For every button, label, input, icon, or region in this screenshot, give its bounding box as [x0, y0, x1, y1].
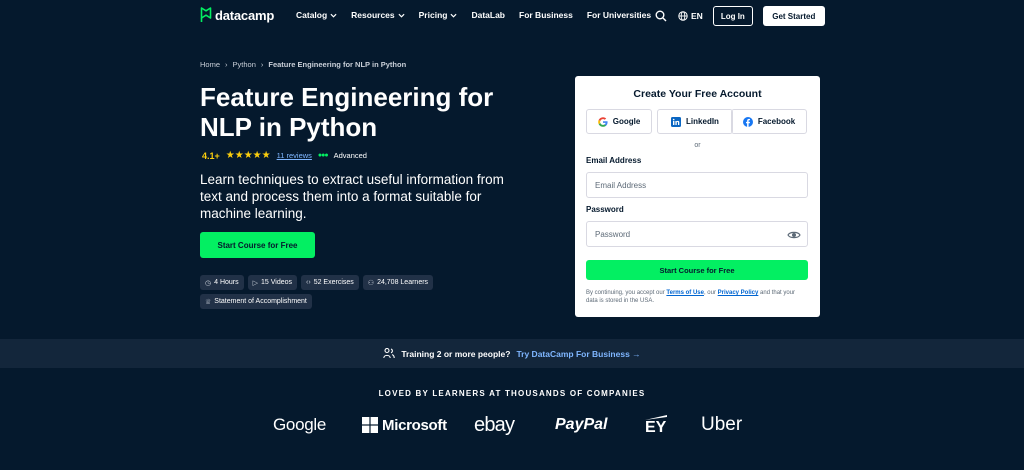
companies-heading: LOVED BY LEARNERS AT THOUSANDS OF COMPAN…	[378, 389, 646, 398]
nav-link-label: Catalog	[296, 10, 328, 20]
datacamp-logo[interactable]: datacamp	[200, 7, 274, 23]
language-selector[interactable]: EN	[678, 11, 703, 21]
google-icon	[597, 116, 608, 127]
try-business-link[interactable]: Try DataCamp For Business →	[516, 349, 640, 359]
signup-title: Create Your Free Account	[633, 88, 762, 100]
brand-name: datacamp	[215, 7, 275, 23]
nav-link-label: Pricing	[418, 10, 448, 20]
microsoft-windows-icon	[362, 417, 378, 433]
login-button[interactable]: Log In	[712, 6, 753, 26]
microsoft-wordmark: Microsoft	[382, 416, 447, 434]
breadcrumb: Home › Python › Feature Engineering for …	[200, 60, 406, 69]
facebook-label: Facebook	[757, 117, 796, 126]
nav-link-label: For Business	[519, 10, 573, 20]
nav-resources[interactable]: Resources	[351, 10, 405, 20]
google-signup-button[interactable]: Google	[586, 109, 652, 134]
company-logos: Google Microsoft ebay PayPal EY Uber	[0, 410, 1024, 440]
rating-value: 4.1+	[202, 150, 220, 161]
business-banner: Training 2 or more people? Try DataCamp …	[0, 339, 1024, 368]
nav-link-label: DataLab	[471, 10, 505, 20]
clock-icon: ◷	[205, 279, 212, 287]
legal-notice: By continuing, you accept our Terms of U…	[586, 289, 808, 305]
microsoft-logo: Microsoft	[362, 410, 447, 440]
top-navigation: datacamp Catalog Resources Pricing DataL…	[0, 0, 1024, 32]
course-description: Learn techniques to extract useful infor…	[200, 172, 504, 221]
password-label: Password	[586, 205, 624, 214]
facebook-signup-button[interactable]: Facebook	[731, 109, 807, 134]
language-label: EN	[691, 11, 703, 21]
stat-label: 15 Videos	[261, 279, 293, 286]
chevron-down-icon	[398, 13, 405, 18]
trophy-icon: ♕	[205, 298, 212, 306]
stat-label: 52 Exercises	[313, 279, 354, 286]
signup-card: Create Your Free Account Google LinkedIn…	[575, 76, 820, 317]
nav-link-label: For Universities	[586, 10, 652, 20]
email-label: Email Address	[586, 156, 642, 165]
ebay-logo: ebay	[474, 413, 515, 436]
password-field[interactable]: Password	[586, 221, 808, 247]
course-level: Advanced	[333, 151, 367, 160]
linkedin-signup-button[interactable]: LinkedIn	[657, 109, 733, 134]
stat-exercises: ‹› 52 Exercises	[301, 275, 359, 290]
stat-label: 24,708 Learners	[377, 279, 429, 286]
star-rating-icon: ★★★★★	[225, 150, 271, 161]
ey-wordmark: EY	[645, 418, 667, 436]
learners-icon: ⚇	[367, 279, 375, 287]
stat-label: 4 Hours	[214, 279, 239, 286]
chevron-down-icon	[450, 13, 457, 18]
nav-for-universities[interactable]: For Universities	[587, 10, 651, 20]
stat-duration: ◷ 4 Hours	[200, 275, 244, 290]
paypal-logo: PayPal	[555, 416, 608, 433]
email-placeholder: Email Address	[595, 180, 647, 190]
stat-accomplishment: ♕ Statement of Accomplishment	[200, 294, 312, 309]
breadcrumb-current: Feature Engineering for NLP in Python	[268, 60, 407, 69]
nav-for-business[interactable]: For Business	[519, 10, 573, 20]
linkedin-label: LinkedIn	[686, 117, 719, 126]
email-field[interactable]: Email Address	[586, 172, 808, 198]
facebook-icon	[742, 116, 753, 127]
banner-text: Training 2 or more people?	[401, 348, 511, 359]
nav-pricing[interactable]: Pricing	[419, 10, 458, 20]
google-logo: Google	[273, 415, 327, 434]
breadcrumb-separator: ›	[260, 60, 264, 69]
stat-videos: ▷ 15 Videos	[247, 275, 298, 290]
nav-catalog[interactable]: Catalog	[296, 10, 337, 20]
show-password-icon[interactable]	[787, 228, 801, 242]
search-icon	[655, 10, 667, 22]
reviews-link[interactable]: 11 reviews	[277, 151, 312, 160]
google-label: Google	[612, 117, 641, 126]
ey-logo: EY	[645, 410, 667, 440]
team-icon	[383, 348, 396, 359]
breadcrumb-python[interactable]: Python	[233, 60, 256, 69]
datacamp-logo-icon	[200, 7, 212, 22]
signup-submit-button[interactable]: Start Course for Free	[586, 260, 808, 280]
terms-of-use-link[interactable]: Terms of Use	[666, 290, 704, 296]
course-stats: ◷ 4 Hours ▷ 15 Videos ‹› 52 Exercises ⚇ …	[200, 275, 460, 309]
play-icon: ▷	[252, 279, 259, 287]
or-divider: or	[694, 142, 701, 149]
linkedin-icon	[671, 116, 682, 127]
code-icon: ‹›	[306, 279, 311, 286]
uber-logo: Uber	[701, 414, 743, 435]
password-placeholder: Password	[595, 229, 631, 239]
chevron-down-icon	[330, 13, 337, 18]
rating-row: 4.1+ ★★★★★ 11 reviews ●●● Advanced	[202, 150, 367, 161]
stat-learners: ⚇ 24,708 Learners	[362, 275, 434, 290]
breadcrumb-home[interactable]: Home	[200, 60, 220, 69]
breadcrumb-separator: ›	[225, 60, 228, 69]
get-started-button[interactable]: Get Started	[762, 6, 825, 26]
difficulty-dots-icon: ●●●	[317, 152, 329, 159]
legal-text: , our	[703, 290, 718, 296]
nav-datalab[interactable]: DataLab	[471, 10, 505, 20]
start-course-button[interactable]: Start Course for Free	[200, 232, 315, 258]
nav-link-label: Resources	[351, 10, 395, 20]
globe-icon	[678, 11, 688, 21]
course-title: Feature Engineering for NLP in Python	[200, 82, 494, 142]
legal-text: By continuing, you accept our	[586, 290, 667, 296]
search-button[interactable]	[654, 9, 668, 23]
stat-label: Statement of Accomplishment	[214, 298, 307, 305]
privacy-policy-link[interactable]: Privacy Policy	[718, 290, 759, 296]
